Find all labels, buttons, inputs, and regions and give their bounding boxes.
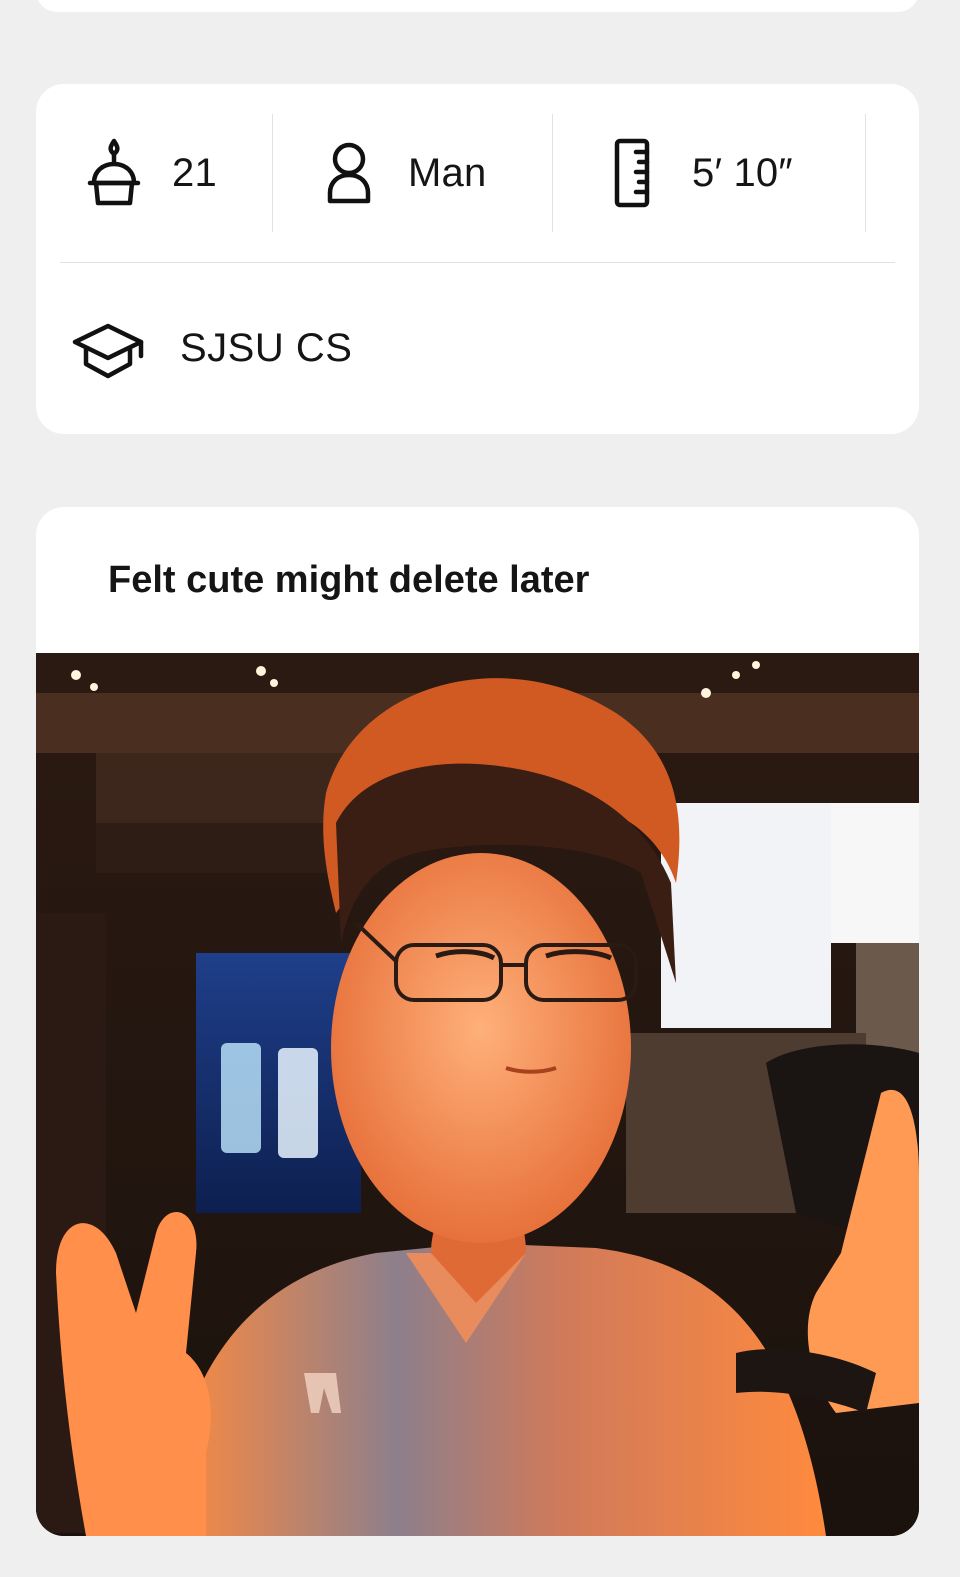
- divider: [60, 262, 895, 263]
- person-icon: [326, 141, 372, 205]
- age-value: 21: [172, 150, 217, 195]
- profile-vitals-card: 21 Man 5′ 10″ SJSU CS: [36, 84, 919, 434]
- vital-age: 21: [86, 114, 217, 232]
- divider: [552, 114, 553, 232]
- divider: [272, 114, 273, 232]
- vital-height: 5′ 10″: [614, 114, 793, 232]
- education-value: SJSU CS: [180, 326, 353, 370]
- graduation-cap-icon: [72, 320, 144, 380]
- vitals-row: 21 Man 5′ 10″: [36, 114, 919, 232]
- divider: [865, 114, 866, 232]
- photo-caption: Felt cute might delete later: [108, 559, 590, 601]
- ruler-icon: [614, 138, 650, 208]
- photo-prompt-card[interactable]: Felt cute might delete later: [36, 507, 919, 1536]
- height-value: 5′ 10″: [692, 150, 793, 195]
- birthday-cake-icon: [86, 137, 142, 209]
- vital-gender: Man: [326, 114, 486, 232]
- previous-card: [36, 0, 919, 12]
- profile-photo[interactable]: [36, 653, 919, 1536]
- vital-education: SJSU CS: [36, 298, 919, 398]
- gender-value: Man: [408, 150, 487, 195]
